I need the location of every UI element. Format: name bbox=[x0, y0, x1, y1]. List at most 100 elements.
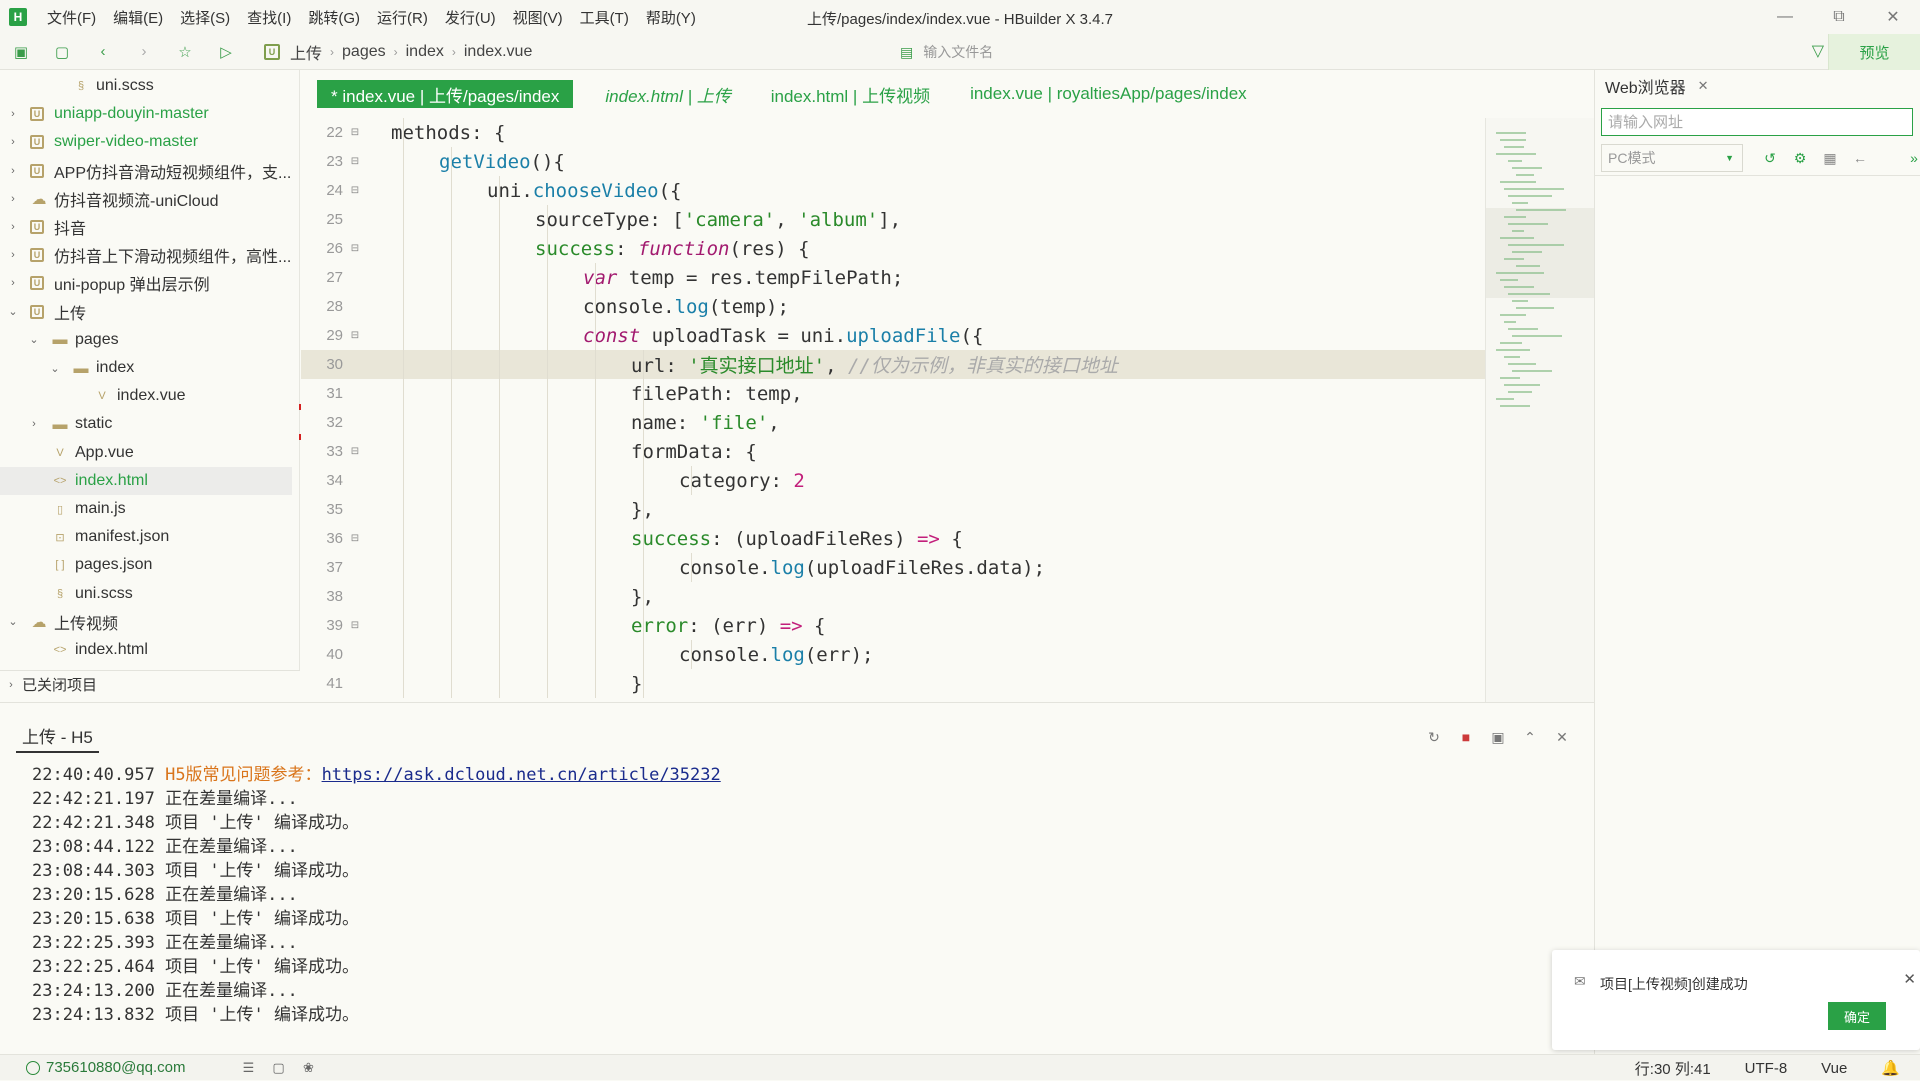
outline-icon[interactable]: ☰ bbox=[234, 1060, 264, 1076]
menu-item[interactable]: 视图(V) bbox=[513, 7, 563, 28]
tree-toggle-icon[interactable]: ⌄ bbox=[6, 305, 20, 318]
folder-item[interactable]: ⌄ ▬ index bbox=[0, 354, 292, 382]
breadcrumb-item[interactable]: pages bbox=[342, 43, 386, 61]
project-item[interactable]: › U 仿抖音上下滑动视频组件，高性... bbox=[0, 241, 292, 269]
menu-item[interactable]: 查找(I) bbox=[247, 7, 291, 28]
fold-icon[interactable]: ⊟ bbox=[347, 156, 363, 167]
language-mode[interactable]: Vue bbox=[1821, 1060, 1847, 1077]
code-line[interactable]: 25 sourceType: ['camera', 'album'], bbox=[301, 205, 1485, 234]
file-item[interactable]: V App.vue bbox=[0, 439, 292, 467]
new-file-icon[interactable]: ▣ bbox=[11, 42, 31, 62]
project-item[interactable]: › Uswiper-video-master bbox=[0, 128, 292, 156]
fold-icon[interactable]: ⊟ bbox=[347, 185, 363, 196]
restart-icon[interactable]: ↻ bbox=[1418, 725, 1450, 749]
menu-item[interactable]: 帮助(Y) bbox=[646, 7, 696, 28]
menu-item[interactable]: 运行(R) bbox=[377, 7, 428, 28]
file-item[interactable]: [ ] pages.json bbox=[0, 551, 292, 579]
open-external-icon[interactable]: ▣ bbox=[1482, 725, 1514, 749]
code-line[interactable]: 35}, bbox=[301, 495, 1485, 524]
favorite-icon[interactable]: ☆ bbox=[175, 42, 195, 62]
menu-item[interactable]: 编辑(E) bbox=[113, 7, 163, 28]
terminal-icon[interactable]: ▢ bbox=[264, 1060, 294, 1076]
code-line[interactable]: 40 console.log(err); bbox=[301, 640, 1485, 669]
close-icon[interactable]: ✕ bbox=[1903, 970, 1916, 988]
tree-toggle-icon[interactable]: ⌄ bbox=[27, 333, 41, 346]
folder-item[interactable]: › ▬ static bbox=[0, 410, 292, 438]
code-line[interactable]: 27 var temp = res.tempFilePath; bbox=[301, 263, 1485, 292]
project-item[interactable]: ⌄ U 上传 bbox=[0, 298, 292, 326]
tree-toggle-icon[interactable]: › bbox=[6, 108, 20, 120]
menu-item[interactable]: 发行(U) bbox=[445, 7, 496, 28]
code-area[interactable]: 22 ⊟ methods: {23 ⊟ getVideo(){24 ⊟ uni.choose… bbox=[301, 118, 1485, 702]
closed-projects[interactable]: › 已关闭项目 bbox=[0, 670, 300, 698]
project-item[interactable]: › U 抖音 bbox=[0, 213, 292, 241]
fold-icon[interactable]: ⊟ bbox=[347, 620, 363, 631]
refresh-icon[interactable]: ↺ bbox=[1755, 146, 1785, 170]
code-line[interactable]: 39 ⊟ error: (err) => { bbox=[301, 611, 1485, 640]
code-line[interactable]: 34 category: 2 bbox=[301, 466, 1485, 495]
fold-icon[interactable]: ⊟ bbox=[347, 330, 363, 341]
plugin-icon[interactable]: ❀ bbox=[294, 1060, 324, 1076]
project-item[interactable]: › ☁ 仿抖音视频流-uniCloud bbox=[0, 185, 292, 213]
stop-icon[interactable]: ■ bbox=[1450, 725, 1482, 749]
editor-tab[interactable]: index.vue | royaltiesApp/pages/index bbox=[956, 80, 1261, 108]
save-icon[interactable]: ▢ bbox=[52, 42, 72, 62]
tree-toggle-icon[interactable]: › bbox=[6, 221, 20, 233]
breadcrumb-item[interactable]: index bbox=[406, 43, 444, 61]
back-icon[interactable]: ‹ bbox=[93, 42, 113, 62]
clear-console-icon[interactable]: ✕ bbox=[1546, 725, 1578, 749]
fold-icon[interactable]: ⊟ bbox=[347, 533, 363, 544]
tree-toggle-icon[interactable]: ⌄ bbox=[6, 615, 20, 628]
url-input[interactable] bbox=[1601, 108, 1913, 136]
minimap-viewport[interactable] bbox=[1486, 208, 1595, 298]
code-line[interactable]: 26 ⊟ success: function(res) { bbox=[301, 234, 1485, 263]
minimize-icon[interactable]: — bbox=[1758, 0, 1812, 34]
menu-item[interactable]: 跳转(G) bbox=[308, 7, 360, 28]
tree-toggle-icon[interactable]: › bbox=[6, 136, 20, 148]
file-item[interactable]: ⊡ manifest.json bbox=[0, 523, 292, 551]
code-line[interactable]: 37 console.log(uploadFileRes.data); bbox=[301, 553, 1485, 582]
mode-select[interactable]: PC模式 ▼ bbox=[1601, 144, 1743, 172]
forward-icon[interactable]: › bbox=[134, 42, 154, 62]
notification-bell-icon[interactable]: 🔔 bbox=[1881, 1059, 1900, 1077]
tree-toggle-icon[interactable]: › bbox=[6, 193, 20, 205]
close-window-icon[interactable]: ✕ bbox=[1866, 0, 1920, 34]
editor-tab[interactable]: index.html | 上传 bbox=[591, 80, 744, 108]
screenshot-icon[interactable]: ▦ bbox=[1815, 146, 1845, 170]
settings-icon[interactable]: ⚙ bbox=[1785, 146, 1815, 170]
menu-item[interactable]: 工具(T) bbox=[580, 7, 629, 28]
file-item[interactable]: Vindex.vue bbox=[0, 382, 292, 410]
tree-toggle-icon[interactable]: › bbox=[6, 277, 20, 289]
cursor-position[interactable]: 行:30 列:41 bbox=[1635, 1058, 1711, 1079]
code-line[interactable]: 23 ⊟ getVideo(){ bbox=[301, 147, 1485, 176]
file-item[interactable]: <> index.html bbox=[0, 466, 292, 495]
code-line[interactable]: 30 url: '真实接口地址', //仅为示例，非真实的接口地址 bbox=[301, 350, 1485, 379]
breadcrumb-item[interactable]: index.vue bbox=[464, 43, 533, 61]
project-item[interactable]: › Uuniapp-douyin-master bbox=[0, 100, 292, 128]
fold-icon[interactable]: ⊟ bbox=[347, 446, 363, 457]
project-item[interactable]: › Uuni-popup 弹出层示例 bbox=[0, 269, 292, 297]
code-line[interactable]: 22 ⊟ methods: { bbox=[301, 118, 1485, 147]
folder-item[interactable]: ⌄ ▬ pages bbox=[0, 326, 292, 354]
code-line[interactable]: 24 ⊟ uni.chooseVideo({ bbox=[301, 176, 1485, 205]
confirm-button[interactable]: 确定 bbox=[1828, 1002, 1886, 1030]
tree-toggle-icon[interactable]: › bbox=[27, 418, 41, 430]
breadcrumb-item[interactable]: 上传 bbox=[290, 40, 322, 64]
code-line[interactable]: 38}, bbox=[301, 582, 1485, 611]
browser-tab[interactable]: Web浏览器 ✕ bbox=[1595, 70, 1725, 104]
encoding[interactable]: UTF-8 bbox=[1745, 1060, 1788, 1077]
log-link[interactable]: https://ask.dcloud.net.cn/article/35232 bbox=[322, 765, 721, 785]
code-line[interactable]: 29 ⊟ const uploadTask = uni.uploadFile({ bbox=[301, 321, 1485, 350]
file-item[interactable]: § uni.scss bbox=[0, 580, 292, 608]
preview-button[interactable]: 预览 bbox=[1828, 34, 1920, 70]
file-item[interactable]: <> index.html bbox=[0, 636, 292, 664]
file-search-input[interactable] bbox=[923, 44, 1524, 60]
project-item[interactable]: ⌄ ☁ 上传视频 bbox=[0, 608, 292, 636]
menu-item[interactable]: 选择(S) bbox=[180, 7, 230, 28]
user-account[interactable]: 735610880@qq.com bbox=[26, 1059, 186, 1076]
chevron-up-icon[interactable]: ⌃ bbox=[1514, 725, 1546, 749]
code-line[interactable]: 32 name: 'file', bbox=[301, 408, 1485, 437]
code-line[interactable]: 41} bbox=[301, 669, 1485, 698]
close-icon[interactable]: ✕ bbox=[1698, 78, 1709, 94]
tree-toggle-icon[interactable]: ⌄ bbox=[48, 362, 62, 375]
